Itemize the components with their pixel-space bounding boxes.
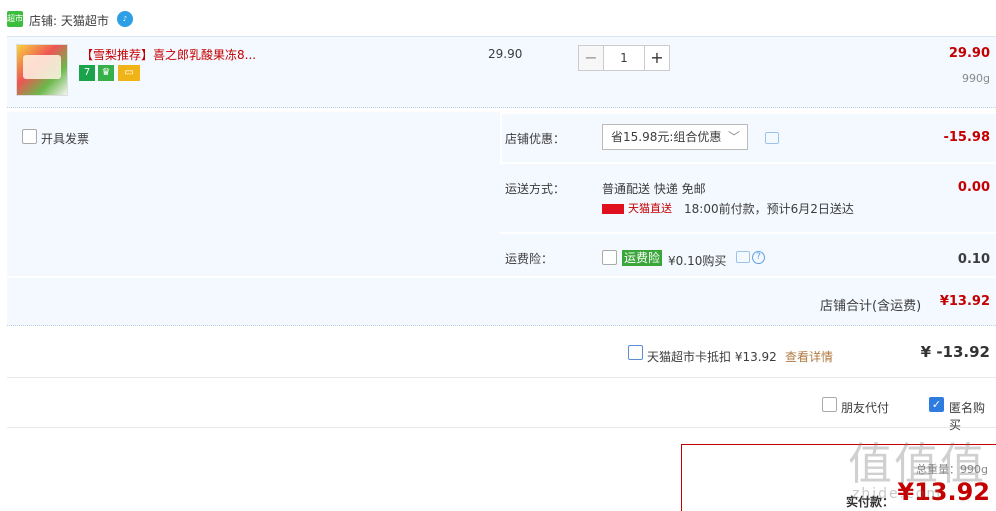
card-deduction-amount: ¥ -13.92 xyxy=(920,343,990,361)
shop-total-amount: ¥13.92 xyxy=(939,294,990,309)
unit-price: 29.90 xyxy=(488,47,523,61)
insurance-amount: 0.10 xyxy=(957,252,990,267)
invoice-checkbox[interactable] xyxy=(22,129,37,144)
tmall-cat-icon xyxy=(602,204,624,214)
guarantee-icon[interactable]: ♛ xyxy=(98,65,114,81)
quantity-increase-button[interactable]: + xyxy=(644,45,670,71)
quantity-input[interactable]: 1 xyxy=(604,45,644,71)
insurance-price: ¥0.10购买 xyxy=(668,254,727,268)
divider xyxy=(7,276,996,278)
divider xyxy=(500,112,996,114)
wangwang-chat-icon[interactable]: ♪ xyxy=(117,11,133,27)
watermark-url: zhide.com xyxy=(852,486,942,502)
product-title-link[interactable]: 【雪梨推荐】喜之郎乳酸果冻8... xyxy=(81,46,256,63)
card-deduction-text[interactable]: 天猫超市卡抵扣 ¥13.92 xyxy=(647,348,777,365)
anonymous-purchase-checkbox[interactable]: ✓ xyxy=(929,397,944,412)
shop-name[interactable]: 店铺: 天猫超市 xyxy=(29,12,109,29)
shop-promo-select[interactable]: 省15.98元:组合优惠 ﹀ xyxy=(602,124,748,150)
promo-amount: -15.98 xyxy=(943,130,990,145)
message-icon[interactable] xyxy=(765,132,779,144)
shipping-label: 运送方式： xyxy=(505,182,566,196)
card-deduction-checkbox[interactable] xyxy=(628,345,643,360)
shop-promo-value: 省15.98元:组合优惠 xyxy=(611,130,722,144)
invoice-label[interactable]: 开具发票 xyxy=(41,130,89,147)
divider xyxy=(500,112,502,162)
insurance-label: 运费险： xyxy=(505,252,554,266)
help-icon[interactable]: ? xyxy=(752,251,765,264)
shipping-amount: 0.00 xyxy=(957,180,990,195)
product-thumbnail[interactable] xyxy=(16,44,68,96)
divider xyxy=(500,232,996,234)
divider xyxy=(500,162,996,164)
insurance-tag: 运费险 xyxy=(622,250,663,266)
friend-pay-label[interactable]: 朋友代付 xyxy=(841,399,889,416)
chevron-down-icon: ﹀ xyxy=(727,130,740,144)
tmall-supermarket-logo-icon: 超市 xyxy=(7,11,23,27)
item-weight: 990g xyxy=(962,72,990,85)
credit-card-icon[interactable]: ▭ xyxy=(118,65,140,81)
shipping-eta: 18:00前付款，预计6月2日送达 xyxy=(684,202,854,216)
card-details-link[interactable]: 查看详情 xyxy=(785,348,833,365)
quantity-stepper: − 1 + xyxy=(578,45,670,71)
friend-pay-checkbox[interactable] xyxy=(822,397,837,412)
message-icon[interactable] xyxy=(736,251,750,263)
shipping-method: 普通配送 快递 免邮 xyxy=(602,182,706,196)
tmall-direct-badge: 天猫直送 xyxy=(602,200,672,216)
item-subtotal: 29.90 xyxy=(948,46,990,61)
quantity-decrease-button[interactable]: − xyxy=(578,45,604,71)
card-deduction-row xyxy=(7,330,996,378)
shop-header xyxy=(0,0,996,36)
watermark: 值值值 xyxy=(848,439,986,490)
shop-total-label: 店铺合计(含运费) xyxy=(820,299,922,314)
shop-promo-label: 店铺优惠： xyxy=(505,132,566,146)
insurance-checkbox[interactable] xyxy=(602,250,617,265)
insurance-help-icons: ? xyxy=(736,251,765,264)
seven-day-return-icon[interactable]: 7 xyxy=(79,65,95,81)
